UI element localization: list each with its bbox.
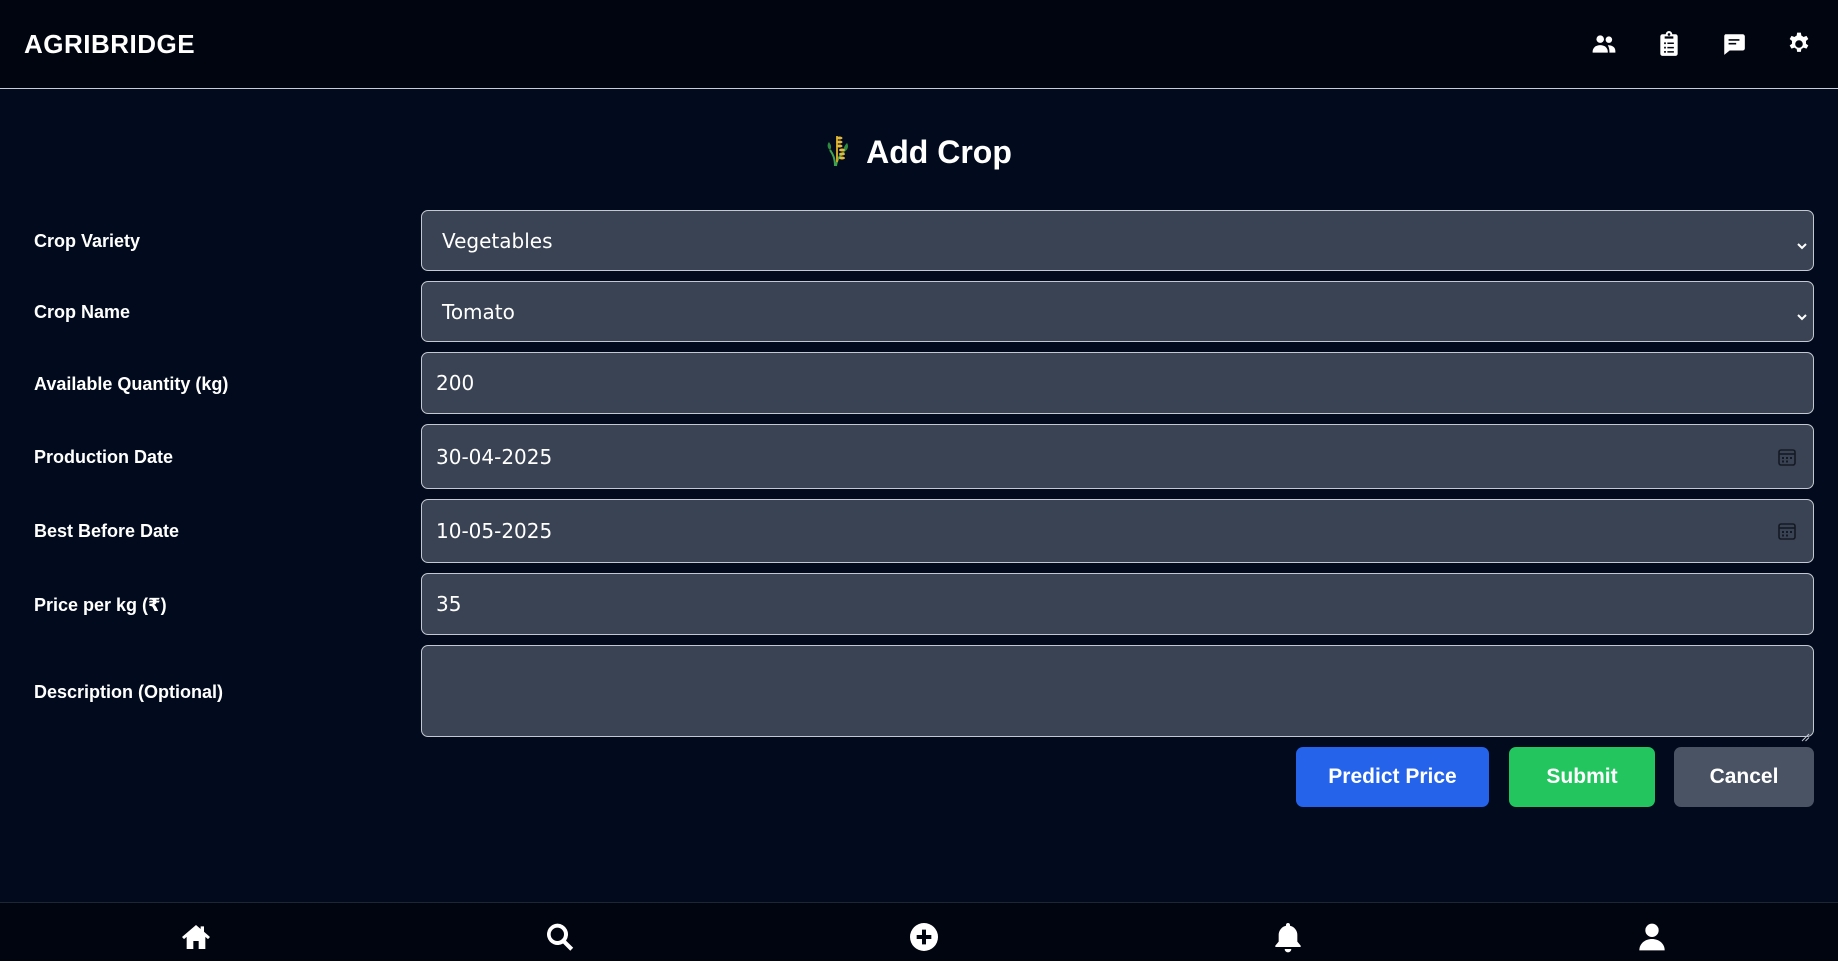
best-before-value: 10-05-2025 [436, 519, 553, 543]
bell-icon[interactable] [1272, 921, 1304, 953]
description-label: Description (Optional) [34, 682, 223, 702]
crop-name-select[interactable]: Tomato [421, 281, 1814, 342]
cancel-button[interactable]: Cancel [1674, 747, 1814, 807]
chat-icon[interactable] [1721, 31, 1747, 57]
chevron-down-icon [1795, 234, 1809, 249]
production-date-value: 30-04-2025 [436, 444, 553, 469]
chevron-down-icon [1795, 305, 1809, 320]
bottom-navbar [0, 902, 1838, 961]
price-input[interactable]: 35 [421, 573, 1814, 635]
calendar-icon[interactable] [1777, 521, 1797, 541]
predict-price-button[interactable]: Predict Price [1296, 747, 1489, 807]
top-navbar: AGRIBRIDGE [0, 0, 1838, 89]
crop-name-value: Tomato [442, 299, 515, 324]
users-icon[interactable] [1591, 31, 1617, 57]
price-label: Price per kg (₹) [34, 595, 167, 615]
crop-variety-value: Vegetables [442, 228, 553, 253]
production-date-label: Production Date [34, 447, 174, 467]
description-textarea[interactable] [421, 645, 1814, 742]
home-icon[interactable] [180, 921, 212, 953]
quantity-input[interactable]: 200 [421, 352, 1814, 414]
add-circle-icon[interactable] [908, 921, 940, 953]
crop-name-label: Crop Name [34, 302, 131, 322]
search-icon[interactable] [544, 921, 576, 953]
crop-variety-select[interactable]: Vegetables [421, 210, 1814, 271]
best-before-input[interactable]: 10-05-2025 [421, 499, 1814, 563]
submit-button[interactable]: Submit [1509, 747, 1655, 807]
page-title: Add Crop [866, 133, 1012, 170]
crop-variety-label: Crop Variety [34, 231, 141, 251]
wheat-plant-icon [826, 133, 852, 172]
quantity-value: 200 [436, 371, 475, 395]
production-date-input[interactable]: 30-04-2025 [421, 424, 1814, 489]
page-header: Add Crop [0, 130, 1838, 174]
quantity-label: Available Quantity (kg) [34, 374, 229, 394]
brand-logo-text[interactable]: AGRIBRIDGE [24, 29, 195, 60]
price-value: 35 [436, 592, 462, 616]
profile-icon[interactable] [1636, 921, 1668, 953]
calendar-icon[interactable] [1777, 447, 1797, 467]
gear-icon[interactable] [1786, 31, 1812, 57]
clipboard-icon[interactable] [1656, 31, 1682, 57]
best-before-label: Best Before Date [34, 521, 180, 541]
resize-handle-icon[interactable] [1800, 723, 1810, 742]
header-actions [1591, 31, 1814, 57]
